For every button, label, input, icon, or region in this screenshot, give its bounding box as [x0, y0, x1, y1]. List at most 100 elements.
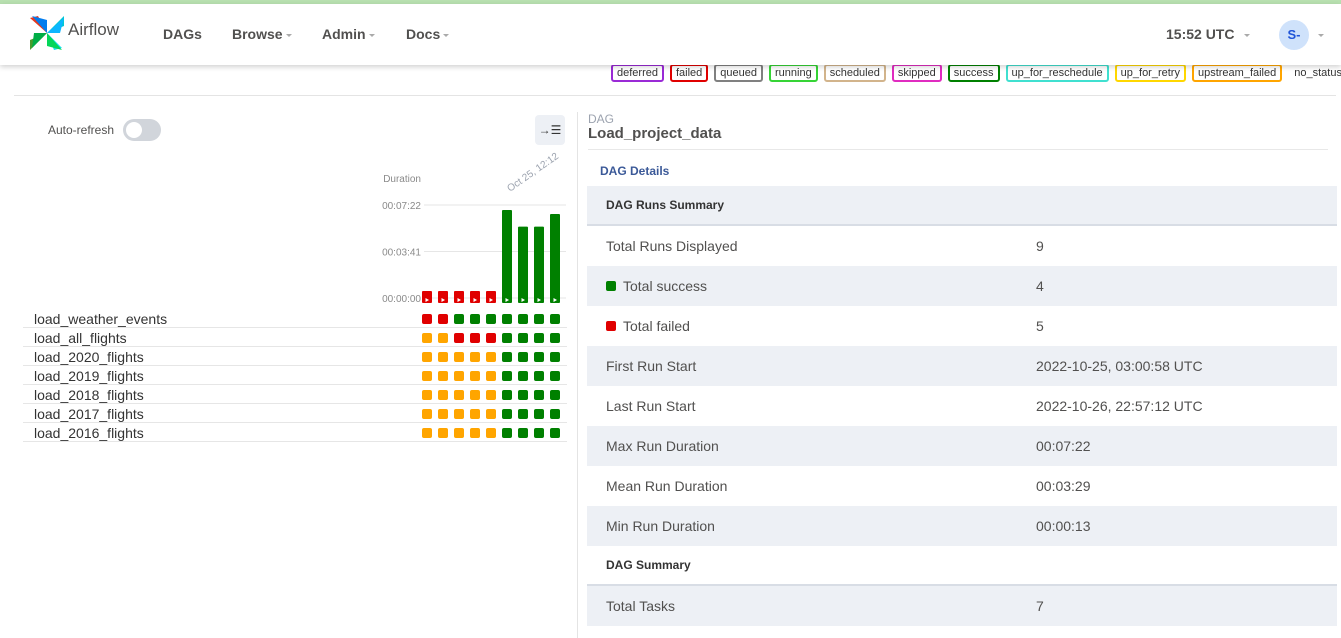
- task-instance-square[interactable]: [438, 371, 448, 381]
- task-instance-square[interactable]: [438, 314, 448, 324]
- task-instance-square[interactable]: [550, 333, 560, 343]
- task-instance-square[interactable]: [470, 371, 480, 381]
- nav-dags[interactable]: DAGs: [163, 26, 202, 42]
- legend-chip-up-for-reschedule[interactable]: up_for_reschedule: [1005, 64, 1109, 82]
- task-row[interactable]: load_2018_flights: [23, 385, 567, 404]
- task-instance-square[interactable]: [470, 333, 480, 343]
- task-instance-square[interactable]: [486, 371, 496, 381]
- task-instance-square[interactable]: [438, 333, 448, 343]
- task-instance-square[interactable]: [486, 333, 496, 343]
- legend-chip-no-status[interactable]: no_status: [1288, 64, 1341, 82]
- task-instance-square[interactable]: [502, 428, 512, 438]
- task-instance-square[interactable]: [550, 409, 560, 419]
- task-instance-square[interactable]: [550, 352, 560, 362]
- task-row[interactable]: load_2017_flights: [23, 404, 567, 423]
- task-instance-square[interactable]: [470, 428, 480, 438]
- run-bar[interactable]: [454, 291, 464, 303]
- task-instance-square[interactable]: [502, 371, 512, 381]
- task-instance-square[interactable]: [550, 428, 560, 438]
- task-instance-square[interactable]: [422, 409, 432, 419]
- collapse-details-button[interactable]: →☰: [535, 115, 565, 145]
- run-bar[interactable]: [502, 210, 512, 303]
- task-name[interactable]: load_2016_flights: [34, 425, 144, 441]
- task-instance-square[interactable]: [438, 390, 448, 400]
- task-instance-square[interactable]: [454, 314, 464, 324]
- task-instance-square[interactable]: [502, 352, 512, 362]
- task-instance-square[interactable]: [518, 409, 528, 419]
- task-instance-square[interactable]: [518, 352, 528, 362]
- task-instance-square[interactable]: [454, 371, 464, 381]
- nav-browse[interactable]: Browse: [232, 26, 292, 42]
- task-instance-square[interactable]: [470, 409, 480, 419]
- task-instance-square[interactable]: [470, 390, 480, 400]
- legend-chip-running[interactable]: running: [769, 64, 818, 82]
- task-instance-square[interactable]: [518, 371, 528, 381]
- task-name[interactable]: load_weather_events: [34, 311, 167, 327]
- task-row[interactable]: load_2016_flights: [23, 423, 567, 442]
- task-instance-square[interactable]: [534, 352, 544, 362]
- task-instance-square[interactable]: [518, 314, 528, 324]
- task-instance-square[interactable]: [422, 390, 432, 400]
- task-instance-square[interactable]: [534, 409, 544, 419]
- nav-admin[interactable]: Admin: [322, 26, 375, 42]
- legend-chip-failed[interactable]: failed: [669, 64, 709, 82]
- task-instance-square[interactable]: [470, 314, 480, 324]
- run-bar[interactable]: [470, 291, 480, 303]
- task-name[interactable]: load_2020_flights: [34, 349, 144, 365]
- task-instance-square[interactable]: [454, 333, 464, 343]
- task-instance-square[interactable]: [486, 314, 496, 324]
- breadcrumb-dag-details[interactable]: DAG Details: [600, 164, 669, 178]
- task-instance-square[interactable]: [486, 409, 496, 419]
- task-instance-square[interactable]: [422, 428, 432, 438]
- task-instance-square[interactable]: [422, 352, 432, 362]
- task-instance-square[interactable]: [534, 314, 544, 324]
- task-instance-square[interactable]: [422, 333, 432, 343]
- task-instance-square[interactable]: [454, 352, 464, 362]
- run-bar[interactable]: [518, 226, 528, 303]
- task-instance-square[interactable]: [502, 390, 512, 400]
- task-row[interactable]: load_2019_flights: [23, 366, 567, 385]
- task-row[interactable]: load_weather_events: [23, 309, 567, 328]
- task-instance-square[interactable]: [534, 428, 544, 438]
- legend-chip-queued[interactable]: queued: [714, 64, 763, 82]
- task-instance-square[interactable]: [550, 314, 560, 324]
- task-instance-square[interactable]: [534, 371, 544, 381]
- task-instance-square[interactable]: [486, 428, 496, 438]
- task-instance-square[interactable]: [438, 428, 448, 438]
- run-bar[interactable]: [438, 291, 448, 303]
- task-name[interactable]: load_all_flights: [34, 330, 127, 346]
- task-row[interactable]: load_all_flights: [23, 328, 567, 347]
- legend-chip-deferred[interactable]: deferred: [611, 64, 664, 82]
- task-name[interactable]: load_2017_flights: [34, 406, 144, 422]
- task-instance-square[interactable]: [438, 352, 448, 362]
- task-instance-square[interactable]: [550, 371, 560, 381]
- task-instance-square[interactable]: [438, 409, 448, 419]
- task-instance-square[interactable]: [470, 352, 480, 362]
- task-instance-square[interactable]: [486, 390, 496, 400]
- chevron-down-icon[interactable]: [1318, 34, 1324, 37]
- run-bar[interactable]: [534, 226, 544, 303]
- legend-chip-skipped[interactable]: skipped: [891, 64, 942, 82]
- user-avatar[interactable]: S-: [1279, 20, 1309, 50]
- task-instance-square[interactable]: [502, 333, 512, 343]
- task-instance-square[interactable]: [454, 428, 464, 438]
- task-instance-square[interactable]: [422, 314, 432, 324]
- task-instance-square[interactable]: [422, 371, 432, 381]
- legend-chip-up-for-retry[interactable]: up_for_retry: [1114, 64, 1186, 82]
- legend-chip-upstream-failed[interactable]: upstream_failed: [1191, 64, 1283, 82]
- task-instance-square[interactable]: [534, 333, 544, 343]
- clock-dropdown[interactable]: 15:52 UTC: [1166, 26, 1251, 42]
- task-name[interactable]: load_2018_flights: [34, 387, 144, 403]
- task-instance-square[interactable]: [502, 314, 512, 324]
- task-instance-square[interactable]: [518, 390, 528, 400]
- task-instance-square[interactable]: [534, 390, 544, 400]
- run-bar[interactable]: [486, 291, 496, 303]
- task-instance-square[interactable]: [454, 390, 464, 400]
- run-bar[interactable]: [422, 291, 432, 303]
- task-instance-square[interactable]: [550, 390, 560, 400]
- run-bar[interactable]: [550, 213, 560, 303]
- dag-title[interactable]: Load_project_data: [588, 125, 721, 142]
- task-instance-square[interactable]: [454, 409, 464, 419]
- task-name[interactable]: load_2019_flights: [34, 368, 144, 384]
- auto-refresh-toggle[interactable]: [123, 119, 161, 141]
